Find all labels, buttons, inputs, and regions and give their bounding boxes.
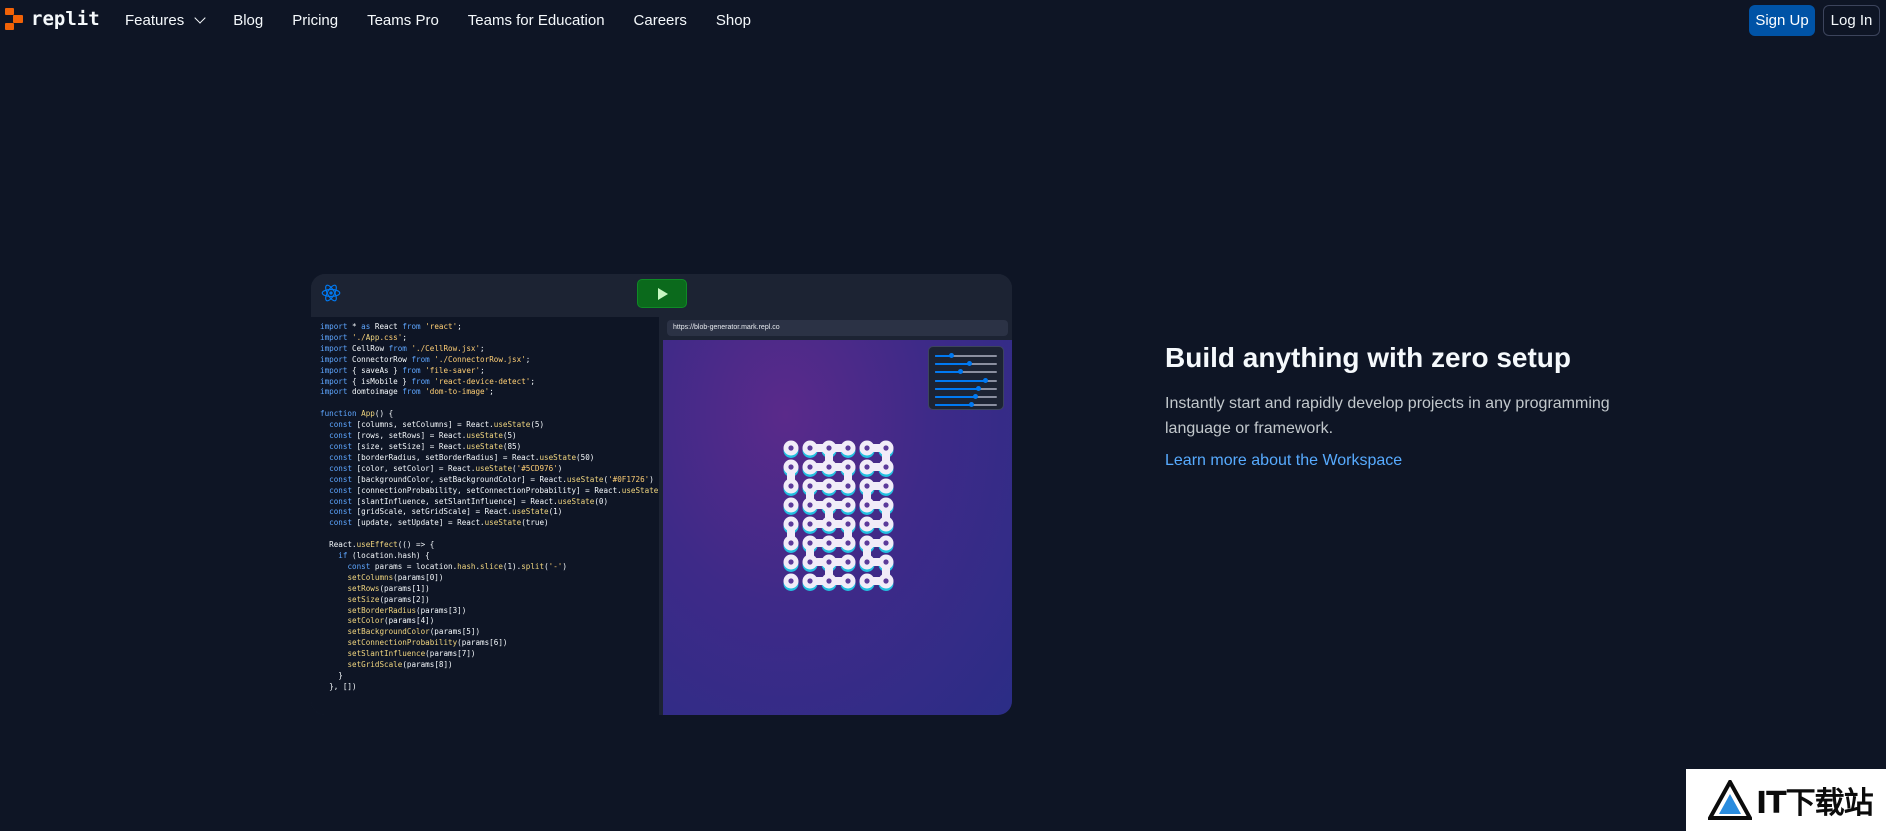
code-line: const [connectionProbability, setConnect…: [329, 485, 659, 495]
watermark-text: IT下载站: [1756, 786, 1874, 821]
code-line: setRows(params[1]): [347, 583, 430, 593]
code-line: const [backgroundColor, setBackgroundCol…: [329, 474, 654, 484]
code-line: setSize(params[2]): [347, 594, 430, 604]
code-line: import ConnectorRow from './ConnectorRow…: [320, 354, 531, 364]
settings-slider[interactable]: [935, 377, 997, 385]
code-line: }: [320, 671, 343, 680]
chevron-down-icon: [194, 12, 206, 24]
nav-links: Features Blog Pricing Teams Pro Teams fo…: [125, 0, 780, 40]
sign-up-button[interactable]: Sign Up: [1749, 5, 1815, 36]
code-line: const [rows, setRows] = React.useState(5…: [329, 431, 517, 441]
workspace-header: [311, 274, 1012, 314]
code-line: const [borderRadius, setBorderRadius] = …: [329, 452, 595, 462]
workspace-mockup: import * as React from 'react'; import '.…: [311, 274, 1012, 715]
code-line: setBackgroundColor(params[5]): [347, 627, 481, 637]
replit-logo[interactable]: replit: [5, 8, 100, 30]
run-button[interactable]: [637, 279, 687, 308]
code-line: setConnectionProbability(params[6]): [347, 638, 508, 648]
settings-sliders-panel: [928, 346, 1004, 410]
code-line: const [color, setColor] = React.useState…: [329, 463, 563, 473]
nav-link-label: Features: [125, 11, 185, 29]
code-line: const params = location.hash.slice(1).sp…: [347, 561, 567, 571]
code-line: if (location.hash) {: [338, 551, 430, 561]
code-line: React.useEffect(() => {: [320, 540, 435, 550]
logo-text: replit: [31, 8, 100, 30]
nav-link-teams-for-education[interactable]: Teams for Education: [468, 12, 605, 29]
settings-slider[interactable]: [935, 352, 997, 360]
code-line: setSlantInfluence(params[7]): [347, 649, 476, 659]
settings-slider[interactable]: [935, 393, 997, 401]
blob-pattern-image: [783, 440, 894, 591]
code-line: import * as React from 'react';: [320, 322, 462, 331]
nav-link-pricing[interactable]: Pricing: [292, 12, 338, 29]
nav-link-teams-pro[interactable]: Teams Pro: [367, 12, 439, 29]
react-icon: [321, 284, 341, 302]
top-navbar: replit Features Blog Pricing Teams Pro T…: [0, 0, 1886, 40]
settings-slider[interactable]: [935, 360, 997, 368]
code-editor[interactable]: import * as React from 'react'; import '.…: [311, 317, 659, 715]
watermark-badge: IT下载站: [1686, 769, 1886, 831]
settings-slider[interactable]: [935, 385, 997, 393]
code-line: function App() {: [320, 409, 394, 419]
watermark-logo-icon: [1708, 780, 1752, 820]
code-line: setGridScale(params[8]): [347, 660, 453, 670]
code-line: const [update, setUpdate] = React.useSta…: [329, 518, 549, 528]
code-line: setColor(params[4]): [347, 616, 435, 626]
code-line: import { saveAs } from 'file-saver';: [320, 365, 485, 375]
webview-preview: https://blob-generator.mark.repl.co: [663, 317, 1012, 715]
preview-url-bar[interactable]: https://blob-generator.mark.repl.co: [667, 320, 1008, 336]
settings-slider[interactable]: [935, 368, 997, 376]
nav-link-careers[interactable]: Careers: [634, 12, 687, 29]
nav-link-shop[interactable]: Shop: [716, 12, 751, 29]
code-line: const [size, setSize] = React.useState(8…: [329, 441, 522, 451]
play-icon: [658, 287, 668, 300]
replit-logo-icon: [5, 8, 25, 30]
code-line: }, []): [320, 681, 357, 691]
code-line: const [gridScale, setGridScale] = React.…: [329, 507, 563, 517]
code-line: import domtoimage from 'dom-to-image';: [320, 387, 494, 397]
preview-canvas: [663, 340, 1012, 715]
nav-link-features[interactable]: Features: [125, 11, 206, 29]
code-line: import CellRow from './CellRow.jsx';: [320, 343, 485, 353]
hero-subtitle: Instantly start and rapidly develop proj…: [1165, 395, 1610, 437]
code-line: import { isMobile } from 'react-device-d…: [320, 376, 535, 386]
code-line: setColumns(params[0]): [347, 572, 444, 582]
nav-link-blog[interactable]: Blog: [233, 12, 263, 29]
settings-slider[interactable]: [935, 401, 997, 409]
code-line: setBorderRadius(params[3]): [347, 605, 467, 615]
hero-title: Build anything with zero setup: [1165, 342, 1571, 373]
log-in-button[interactable]: Log In: [1823, 5, 1880, 36]
code-line: const [columns, setColumns] = React.useS…: [329, 420, 545, 430]
code-line: import './App.css';: [320, 332, 407, 342]
learn-more-workspace-link[interactable]: Learn more about the Workspace: [1165, 452, 1402, 470]
code-line: const [slantInfluence, setSlantInfluence…: [329, 496, 609, 506]
